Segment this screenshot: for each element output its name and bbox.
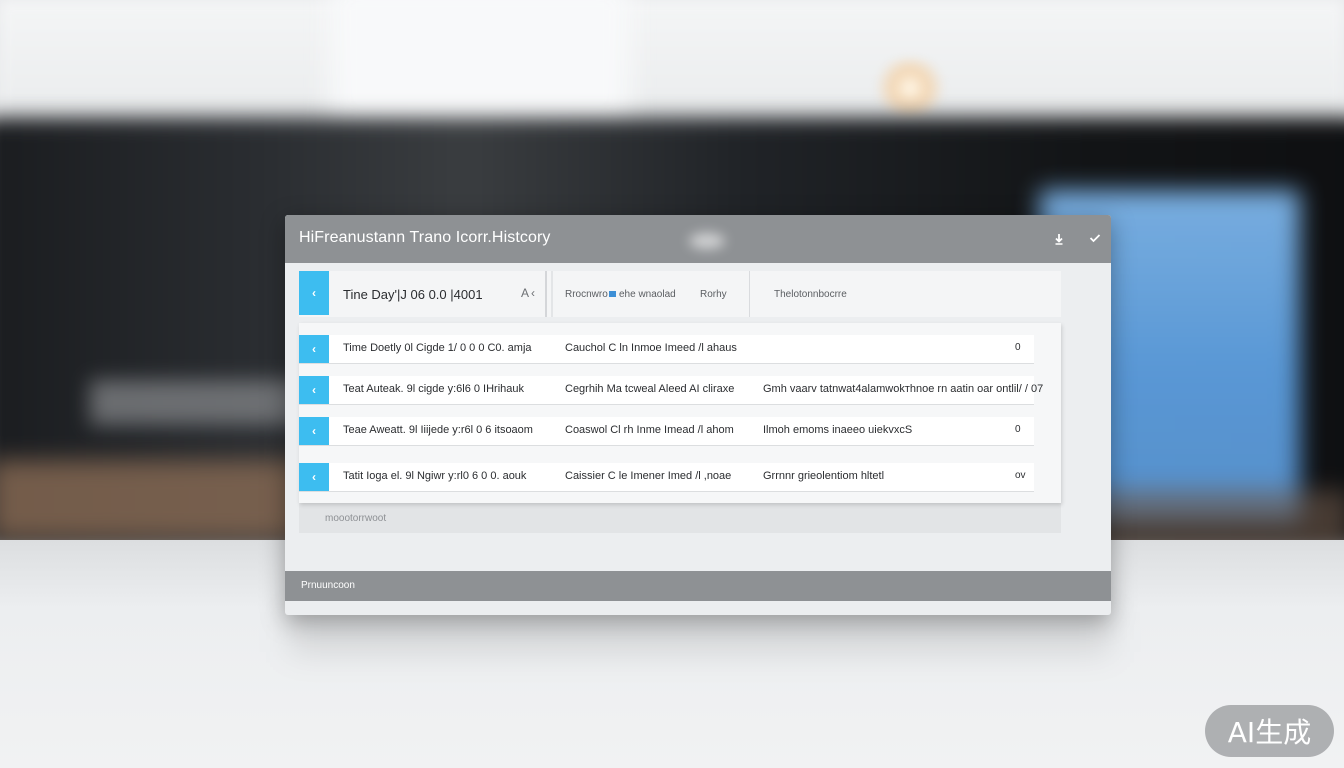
ai-generated-watermark: AI生成 <box>1205 705 1334 757</box>
status-text: Prnuuncoon <box>301 580 355 591</box>
row-detail-cell: Ilmoh emoms іnaeeo uіekvxcS <box>763 424 913 436</box>
header-tail-text: А <box>521 286 530 300</box>
collapse-button[interactable] <box>1083 227 1107 251</box>
row-status-cell: ov <box>1015 470 1026 481</box>
row-action-cell: Caissier C le Imener Imed /l ,noae <box>565 470 732 482</box>
row-status-cell: 0 <box>1015 342 1021 353</box>
background-reflection <box>290 612 1110 652</box>
row-action-cell: Cauchol C ln Inmoe Imeed /l ahaus <box>565 342 737 354</box>
table-row[interactable]: ‹ Tatit Ioga el. 9l Ngiwr y:rl0 6 0 0. а… <box>299 463 1034 492</box>
background-lamp <box>870 58 950 118</box>
column-header-3[interactable]: Rorhy <box>700 289 727 300</box>
background-wood-left <box>0 460 310 540</box>
chevron-left-icon: ‹ <box>312 424 316 438</box>
row-status-cell: 0 <box>1015 424 1021 435</box>
row-action-cell: Cegrhih Ma tcweal Aleed AI cliraxe <box>565 383 735 395</box>
header-divider-2 <box>551 271 553 317</box>
column-header-2[interactable]: ehe wnaolad <box>605 289 676 300</box>
row-expand-button[interactable]: ‹ <box>299 463 329 491</box>
column-header-1[interactable]: Rrocnwro <box>565 289 608 300</box>
table-row[interactable]: ‹ Teae Aweatt. 9l Iiijede y:r6l 0 6 itso… <box>299 417 1034 446</box>
chevron-left-icon: ‹ <box>312 342 316 356</box>
window-title: HiFreanustann Trano Icorr.Histcory <box>299 229 551 246</box>
row-detail-cell: Gmh vaarv tatnwat4alаmwokтhnoe rn aatin … <box>763 383 1044 395</box>
row-expand-button[interactable]: ‹ <box>299 417 329 445</box>
row-action-cell: Coaswol Cl rh Inme Imead /l ahom <box>565 424 734 436</box>
download-icon <box>1055 234 1063 245</box>
titlebar-glare <box>689 233 725 249</box>
title-bar: HiFreanustann Trano Icorr.Histcory <box>285 215 1111 263</box>
back-chevron-icon[interactable]: ‹ <box>531 286 535 300</box>
row-time-cell: Teae Aweatt. 9l Iiijede y:r6l 0 6 itsoao… <box>343 424 533 436</box>
status-bar: Prnuuncoon <box>285 571 1111 601</box>
header-divider <box>545 271 547 317</box>
row-time-cell: Tatit Ioga el. 9l Ngiwr y:rl0 6 0 0. аou… <box>343 470 527 482</box>
time-day-field[interactable]: Tine Day'|J 06 0.0 |4001 <box>343 287 483 302</box>
sort-indicator-icon <box>609 291 616 298</box>
background-window-light <box>330 0 630 130</box>
table-row[interactable]: ‹ Time Doetly 0l Cigde 1/ 0 0 0 C0. amja… <box>299 335 1034 364</box>
history-list: ‹ Time Doetly 0l Cigde 1/ 0 0 0 C0. amja… <box>299 323 1061 503</box>
history-window: HiFreanustann Trano Icorr.Histcory ‹ Tin… <box>285 215 1111 615</box>
row-detail-cell: Grrnnr grieolentiom hltetl <box>763 470 885 482</box>
row-time-cell: Time Doetly 0l Cigde 1/ 0 0 0 C0. amja <box>343 342 532 354</box>
header-expand-button[interactable]: ‹ <box>299 271 329 315</box>
collapse-icon <box>1089 234 1101 243</box>
column-header-4[interactable]: Thelotonnbocrre <box>774 289 847 300</box>
list-footer-text: moootorrwoot <box>325 513 387 524</box>
table-row[interactable]: ‹ Teat Auteak. 9l cigde y:6l6 0 IHrihauk… <box>299 376 1043 405</box>
chevron-left-icon: ‹ <box>312 286 316 300</box>
chevron-left-icon: ‹ <box>312 383 316 397</box>
column-header-2-label: ehe wnaolad <box>619 289 676 300</box>
filter-header: ‹ Tine Day'|J 06 0.0 |4001 А ‹ Rrocnwro … <box>299 271 1061 317</box>
row-expand-button[interactable]: ‹ <box>299 335 329 363</box>
download-button[interactable] <box>1047 227 1071 251</box>
history-list-panel: ‹ Time Doetly 0l Cigde 1/ 0 0 0 C0. amja… <box>299 323 1061 533</box>
chevron-left-icon: ‹ <box>312 470 316 484</box>
row-expand-button[interactable]: ‹ <box>299 376 329 404</box>
row-time-cell: Teat Auteak. 9l cigde y:6l6 0 IHrihauk <box>343 383 524 395</box>
header-divider-3 <box>749 271 750 317</box>
